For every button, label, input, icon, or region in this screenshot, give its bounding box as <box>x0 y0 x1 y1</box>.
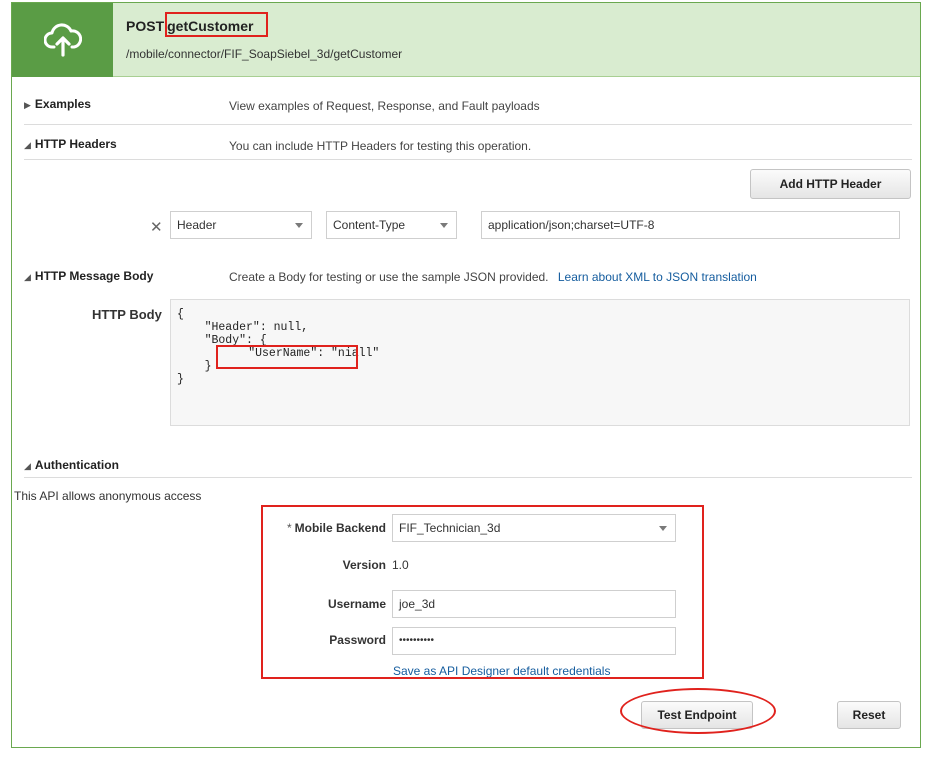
section-headers-toggle[interactable]: ◢ HTTP Headers <box>24 137 117 151</box>
triangle-down-icon: ◢ <box>24 272 31 282</box>
section-headers-desc: You can include HTTP Headers for testing… <box>229 139 532 153</box>
http-body-label: HTTP Body <box>92 307 162 322</box>
chevron-down-icon <box>295 223 303 228</box>
body-line: } <box>177 373 184 386</box>
endpoint-path: /mobile/connector/FIF_SoapSiebel_3d/getC… <box>126 47 403 61</box>
xml-json-translation-link[interactable]: Learn about XML to JSON translation <box>558 270 757 284</box>
test-endpoint-highlight-ellipse <box>620 688 776 734</box>
divider <box>24 124 912 125</box>
anonymous-access-note: This API allows anonymous access <box>14 489 202 503</box>
header-name-select[interactable]: Content-Type <box>326 211 457 239</box>
endpoint-icon-tile <box>12 3 113 77</box>
section-body-toggle[interactable]: ◢ HTTP Message Body <box>24 269 153 283</box>
header-type-select[interactable]: Header <box>170 211 312 239</box>
section-body-title: HTTP Message Body <box>34 269 154 283</box>
reset-button[interactable]: Reset <box>837 701 901 729</box>
triangle-down-icon: ◢ <box>24 461 31 471</box>
section-examples-title: Examples <box>34 97 91 111</box>
section-headers-title: HTTP Headers <box>34 137 117 151</box>
body-line: { <box>177 308 184 321</box>
operation-highlight-box <box>165 12 268 37</box>
section-examples-toggle[interactable]: ▶ Examples <box>24 97 91 111</box>
username-highlight-box <box>216 345 358 369</box>
body-line: "Header": null, <box>177 321 309 334</box>
cloud-upload-icon <box>44 23 82 57</box>
section-body-desc-wrap: Create a Body for testing or use the sam… <box>229 270 757 284</box>
endpoint-header <box>12 3 920 77</box>
section-examples-desc: View examples of Request, Response, and … <box>229 99 540 113</box>
add-http-header-button[interactable]: Add HTTP Header <box>750 169 911 199</box>
divider <box>24 477 912 478</box>
header-type-value: Header <box>177 218 217 232</box>
body-line: } <box>177 360 212 373</box>
close-icon[interactable]: ✕ <box>150 218 163 236</box>
header-value-input[interactable]: application/json;charset=UTF-8 <box>481 211 900 239</box>
section-auth-title: Authentication <box>34 458 119 472</box>
header-name-value: Content-Type <box>333 218 406 232</box>
credentials-highlight-box <box>261 505 704 679</box>
http-method: POST <box>126 18 165 34</box>
section-auth-toggle[interactable]: ◢ Authentication <box>24 458 119 472</box>
triangle-down-icon: ◢ <box>24 140 31 150</box>
divider <box>24 159 912 160</box>
triangle-right-icon: ▶ <box>24 100 31 110</box>
chevron-down-icon <box>440 223 448 228</box>
section-body-desc: Create a Body for testing or use the sam… <box>229 270 549 284</box>
